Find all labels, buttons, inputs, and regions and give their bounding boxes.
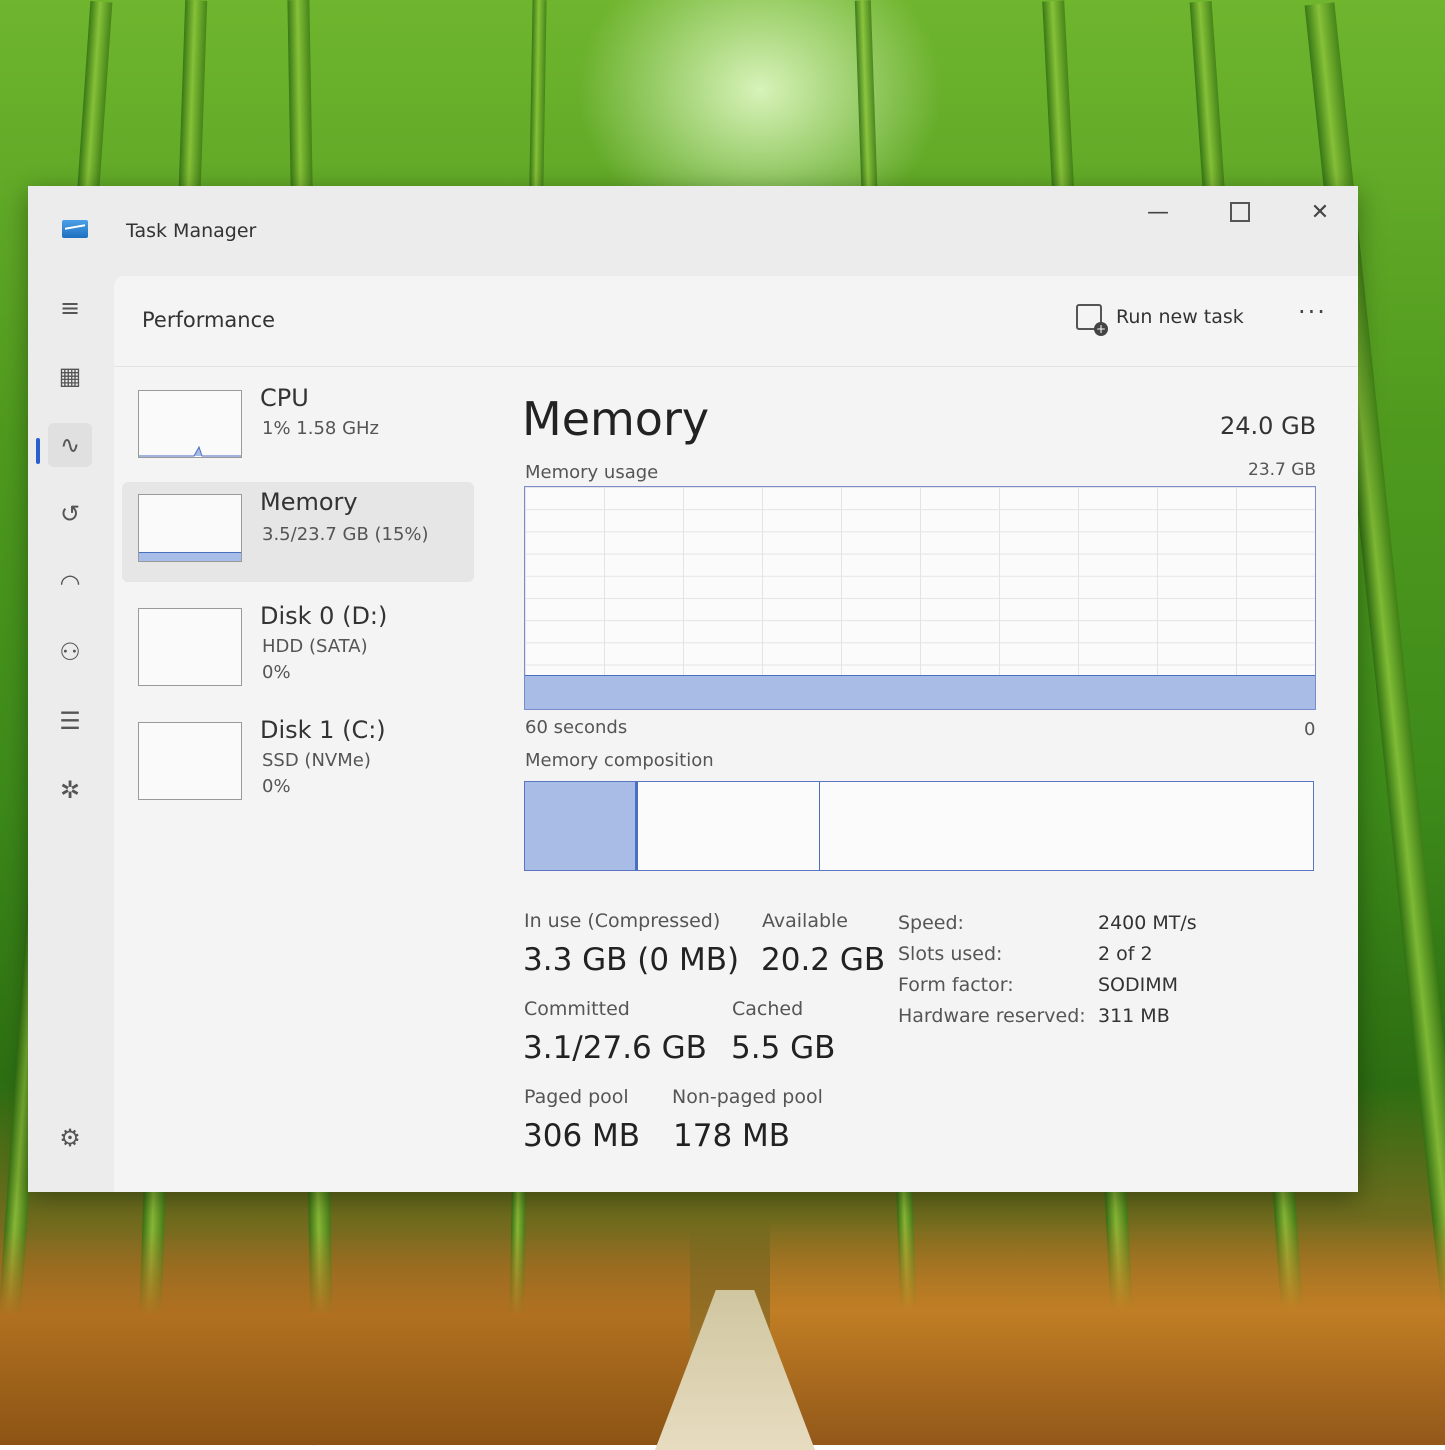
memory-composition-label: Memory composition xyxy=(525,750,714,771)
memory-total: 24.0 GB xyxy=(1220,412,1317,440)
nav-app-history[interactable]: ↺ xyxy=(48,492,92,536)
slots-used-value: 2 of 2 xyxy=(1098,943,1153,965)
performance-page: Performance Run new task ··· CPU 1% 1.58… xyxy=(114,276,1358,1192)
task-manager-window: Task Manager — ✕ ≡ ▦ ∿ ↺ ◠ ⚇ ☰ ✲ ⚙ Perfo… xyxy=(28,186,1358,1192)
run-new-task-button[interactable]: Run new task xyxy=(1076,304,1244,336)
performance-icon: ∿ xyxy=(59,431,81,459)
history-icon: ↺ xyxy=(59,500,81,528)
nav-settings[interactable]: ⚙ xyxy=(48,1116,92,1160)
speed-label: Speed: xyxy=(898,912,964,934)
resource-usage: 0% xyxy=(262,776,291,797)
hardware-reserved-value: 311 MB xyxy=(1098,1005,1170,1027)
available-label: Available xyxy=(762,910,849,932)
composition-standby[interactable] xyxy=(638,782,820,870)
page-header: Performance Run new task ··· xyxy=(114,276,1358,367)
users-icon: ⚇ xyxy=(59,638,81,666)
cpu-thumbnail-graph xyxy=(138,390,242,458)
memory-usage-fill xyxy=(525,674,1315,709)
slots-used-label: Slots used: xyxy=(898,943,1003,965)
cpu-mini-graph xyxy=(139,445,241,457)
non-paged-pool-label: Non-paged pool xyxy=(672,1086,823,1108)
services-icon: ✲ xyxy=(59,776,81,804)
maximize-icon xyxy=(1230,202,1250,222)
hamburger-menu-icon: ≡ xyxy=(59,294,81,322)
resource-detail: HDD (SATA) xyxy=(262,636,368,657)
nav-users[interactable]: ⚇ xyxy=(48,630,92,674)
committed-label: Committed xyxy=(524,998,630,1020)
resource-name: Disk 0 (D:) xyxy=(260,602,388,630)
close-icon: ✕ xyxy=(1310,199,1330,225)
form-factor-value: SODIMM xyxy=(1098,974,1179,996)
window-title: Task Manager xyxy=(126,220,257,242)
details-list-icon: ☰ xyxy=(59,707,81,735)
resource-name: Disk 1 (C:) xyxy=(260,716,386,744)
paged-pool-value: 306 MB xyxy=(523,1118,641,1154)
run-task-icon xyxy=(1076,304,1108,336)
form-factor-label: Form factor: xyxy=(898,974,1014,996)
task-manager-app-icon xyxy=(62,220,88,238)
memory-usage-label: Memory usage xyxy=(525,462,659,483)
disk0-thumbnail-graph xyxy=(138,608,242,686)
in-use-label: In use (Compressed) xyxy=(524,910,721,932)
resource-disk-0[interactable]: Disk 0 (D:) HDD (SATA) 0% xyxy=(122,596,474,696)
resource-memory[interactable]: Memory 3.5/23.7 GB (15%) xyxy=(122,482,474,582)
available-value: 20.2 GB xyxy=(761,942,886,978)
startup-icon: ◠ xyxy=(59,569,81,597)
in-use-value: 3.3 GB (0 MB) xyxy=(523,942,740,978)
page-title: Performance xyxy=(142,308,276,332)
nav-details[interactable]: ☰ xyxy=(48,699,92,743)
memory-thumbnail-graph xyxy=(138,494,242,562)
speed-value: 2400 MT/s xyxy=(1098,912,1197,934)
committed-value: 3.1/27.6 GB xyxy=(523,1030,707,1066)
nav-processes[interactable]: ▦ xyxy=(48,354,92,398)
nav-services[interactable]: ✲ xyxy=(48,768,92,812)
resource-disk-1[interactable]: Disk 1 (C:) SSD (NVMe) 0% xyxy=(122,710,474,810)
cached-value: 5.5 GB xyxy=(731,1030,836,1066)
memory-title: Memory xyxy=(522,392,710,446)
graph-zero-label: 0 xyxy=(1304,719,1316,740)
resource-detail: SSD (NVMe) xyxy=(262,750,371,771)
minimize-icon: — xyxy=(1147,199,1169,225)
navigation-rail: ≡ ▦ ∿ ↺ ◠ ⚇ ☰ ✲ ⚙ xyxy=(28,276,114,1192)
maximize-button[interactable] xyxy=(1210,192,1270,232)
resource-cpu[interactable]: CPU 1% 1.58 GHz xyxy=(122,378,474,478)
memory-usage-max: 23.7 GB xyxy=(1248,460,1317,480)
resource-name: CPU xyxy=(260,384,309,412)
non-paged-pool-value: 178 MB xyxy=(673,1118,791,1154)
close-button[interactable]: ✕ xyxy=(1290,192,1350,232)
cached-label: Cached xyxy=(732,998,804,1020)
resource-detail: 3.5/23.7 GB (15%) xyxy=(262,524,429,545)
resource-name: Memory xyxy=(260,488,358,516)
run-new-task-label: Run new task xyxy=(1116,306,1244,328)
resource-detail: 1% 1.58 GHz xyxy=(262,418,380,439)
hamburger-menu-button[interactable]: ≡ xyxy=(48,286,92,330)
resource-usage: 0% xyxy=(262,662,291,683)
hardware-reserved-label: Hardware reserved: xyxy=(898,1005,1086,1027)
title-bar[interactable]: Task Manager — ✕ xyxy=(28,186,1358,276)
selected-nav-indicator xyxy=(36,438,40,464)
more-options-button[interactable]: ··· xyxy=(1298,298,1327,326)
memory-composition-bar xyxy=(524,781,1314,871)
gear-icon: ⚙ xyxy=(59,1124,81,1152)
processes-icon: ▦ xyxy=(58,362,82,390)
grass-left xyxy=(0,1230,690,1445)
graph-time-span-label: 60 seconds xyxy=(525,717,628,738)
memory-usage-graph xyxy=(524,486,1316,710)
composition-in-use[interactable] xyxy=(525,782,638,870)
disk1-thumbnail-graph xyxy=(138,722,242,800)
memory-mini-graph-fill xyxy=(139,552,241,561)
minimize-button[interactable]: — xyxy=(1128,192,1188,232)
nav-performance[interactable]: ∿ xyxy=(48,423,92,467)
grass-right xyxy=(770,1220,1445,1445)
paged-pool-label: Paged pool xyxy=(524,1086,629,1108)
nav-startup-apps[interactable]: ◠ xyxy=(48,561,92,605)
